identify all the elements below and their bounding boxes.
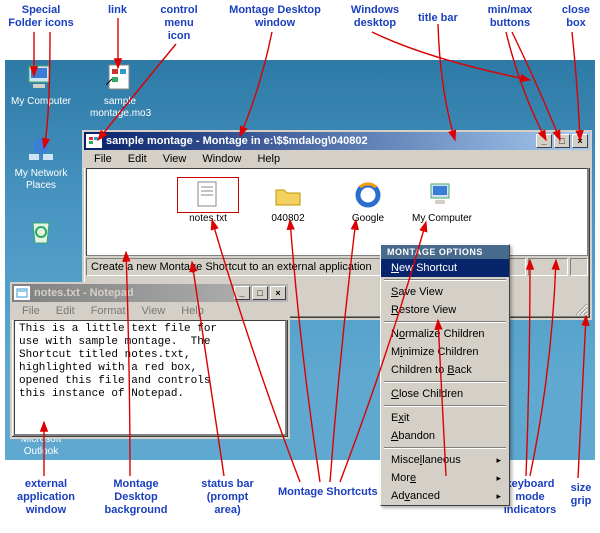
montage-title-text: sample montage - Montage in e:\$$mdalog\… <box>106 135 368 147</box>
close-button[interactable]: × <box>572 134 588 148</box>
size-grip[interactable] <box>572 300 588 316</box>
callout-title-bar: title bar <box>418 12 458 25</box>
np-menu-edit[interactable]: Edit <box>50 303 81 319</box>
network-places-icon <box>11 134 71 166</box>
ctx-advanced[interactable]: Advanced <box>381 487 509 505</box>
mo3-file-icon <box>90 62 150 94</box>
menu-edit[interactable]: Edit <box>122 151 153 167</box>
kbd-indicator-4 <box>528 258 568 276</box>
callout-control-menu: controlmenuicon <box>155 4 203 43</box>
my-computer-icon <box>411 177 473 213</box>
callout-ext-app: externalapplicationwindow <box>6 478 86 517</box>
ctx-save-view[interactable]: Save View <box>381 283 509 301</box>
ctx-back[interactable]: Children to Back <box>381 361 509 379</box>
np-menu-help[interactable]: Help <box>175 303 210 319</box>
windows-desktop[interactable]: My Computer samplemontage.mo3 My Network… <box>5 60 595 460</box>
np-menu-file[interactable]: File <box>16 303 46 319</box>
ctx-more[interactable]: More <box>381 469 509 487</box>
menu-file[interactable]: File <box>88 151 118 167</box>
ctx-misc[interactable]: Miscellaneous <box>381 451 509 469</box>
shortcut-my-computer[interactable]: My Computer <box>411 177 473 224</box>
minimize-button[interactable]: _ <box>536 134 552 148</box>
shortcut-folder[interactable]: 040802 <box>257 177 319 224</box>
notepad-maximize[interactable]: □ <box>252 286 268 300</box>
callout-special-folder: SpecialFolder icons <box>2 4 80 30</box>
desktop-icon-my-computer[interactable]: My Computer <box>11 62 71 108</box>
maximize-button[interactable]: □ <box>554 134 570 148</box>
callout-montage-window: Montage Desktopwindow <box>220 4 330 30</box>
callout-shortcuts: Montage Shortcuts <box>278 486 378 499</box>
montage-menu-bar[interactable]: File Edit View Window Help <box>84 150 590 168</box>
desktop-icon-network-places[interactable]: My NetworkPlaces <box>11 134 71 192</box>
notepad-close[interactable]: × <box>270 286 286 300</box>
menu-help[interactable]: Help <box>251 151 286 167</box>
callout-status: status bar(promptarea) <box>190 478 265 517</box>
my-computer-icon <box>11 62 71 94</box>
ctx-normalize[interactable]: Normalize Children <box>381 325 509 343</box>
notepad-title-bar[interactable]: notes.txt - Notepad _ □ × <box>12 284 288 302</box>
montage-options-menu[interactable]: MONTAGE OPTIONS New Shortcut Save View R… <box>380 244 510 506</box>
notepad-window[interactable]: notes.txt - Notepad _ □ × File Edit Form… <box>10 282 290 439</box>
callout-bg: MontageDesktopbackground <box>96 478 176 517</box>
desktop-icon-recycle-bin[interactable] <box>11 216 71 250</box>
shortcut-notes[interactable]: notes.txt <box>177 177 239 224</box>
np-menu-view[interactable]: View <box>136 303 172 319</box>
ctx-minimize[interactable]: Minimize Children <box>381 343 509 361</box>
ctx-exit[interactable]: Exit <box>381 409 509 427</box>
callout-windows-desktop: Windowsdesktop <box>340 4 410 30</box>
notepad-control-icon[interactable] <box>14 286 30 300</box>
ctx-close-children[interactable]: Close Children <box>381 385 509 403</box>
ie-icon <box>337 177 399 213</box>
menu-view[interactable]: View <box>157 151 193 167</box>
control-menu-icon[interactable] <box>86 134 102 148</box>
callout-close: closebox <box>555 4 597 30</box>
np-menu-format[interactable]: Format <box>85 303 132 319</box>
status-bar: Create a new Montage Shortcut to an exte… <box>86 258 388 276</box>
notepad-menu-bar[interactable]: File Edit Format View Help <box>12 302 288 320</box>
shortcut-google[interactable]: Google <box>337 177 399 224</box>
desktop-icon-sample-montage[interactable]: samplemontage.mo3 <box>90 62 150 120</box>
montage-title-bar[interactable]: sample montage - Montage in e:\$$mdalog\… <box>84 132 590 150</box>
kbd-indicator-5 <box>570 258 588 276</box>
text-file-icon <box>177 177 239 213</box>
ctx-abandon[interactable]: Abandon <box>381 427 509 445</box>
notepad-text-area[interactable]: This is a little text file foruse with s… <box>14 320 286 435</box>
menu-window[interactable]: Window <box>196 151 247 167</box>
notepad-title-text: notes.txt - Notepad <box>34 287 134 299</box>
folder-icon <box>257 177 319 213</box>
ctx-new-shortcut[interactable]: New Shortcut <box>381 259 509 277</box>
montage-client-area[interactable]: notes.txt 040802 Google My Computer <box>86 168 588 256</box>
callout-link: link <box>108 4 127 17</box>
callout-grip: sizegrip <box>564 482 598 508</box>
ctx-header: MONTAGE OPTIONS <box>381 245 509 259</box>
recycle-bin-icon <box>11 216 71 248</box>
notepad-minimize[interactable]: _ <box>234 286 250 300</box>
callout-minmax: min/maxbuttons <box>480 4 540 30</box>
ctx-restore-view[interactable]: Restore View <box>381 301 509 319</box>
